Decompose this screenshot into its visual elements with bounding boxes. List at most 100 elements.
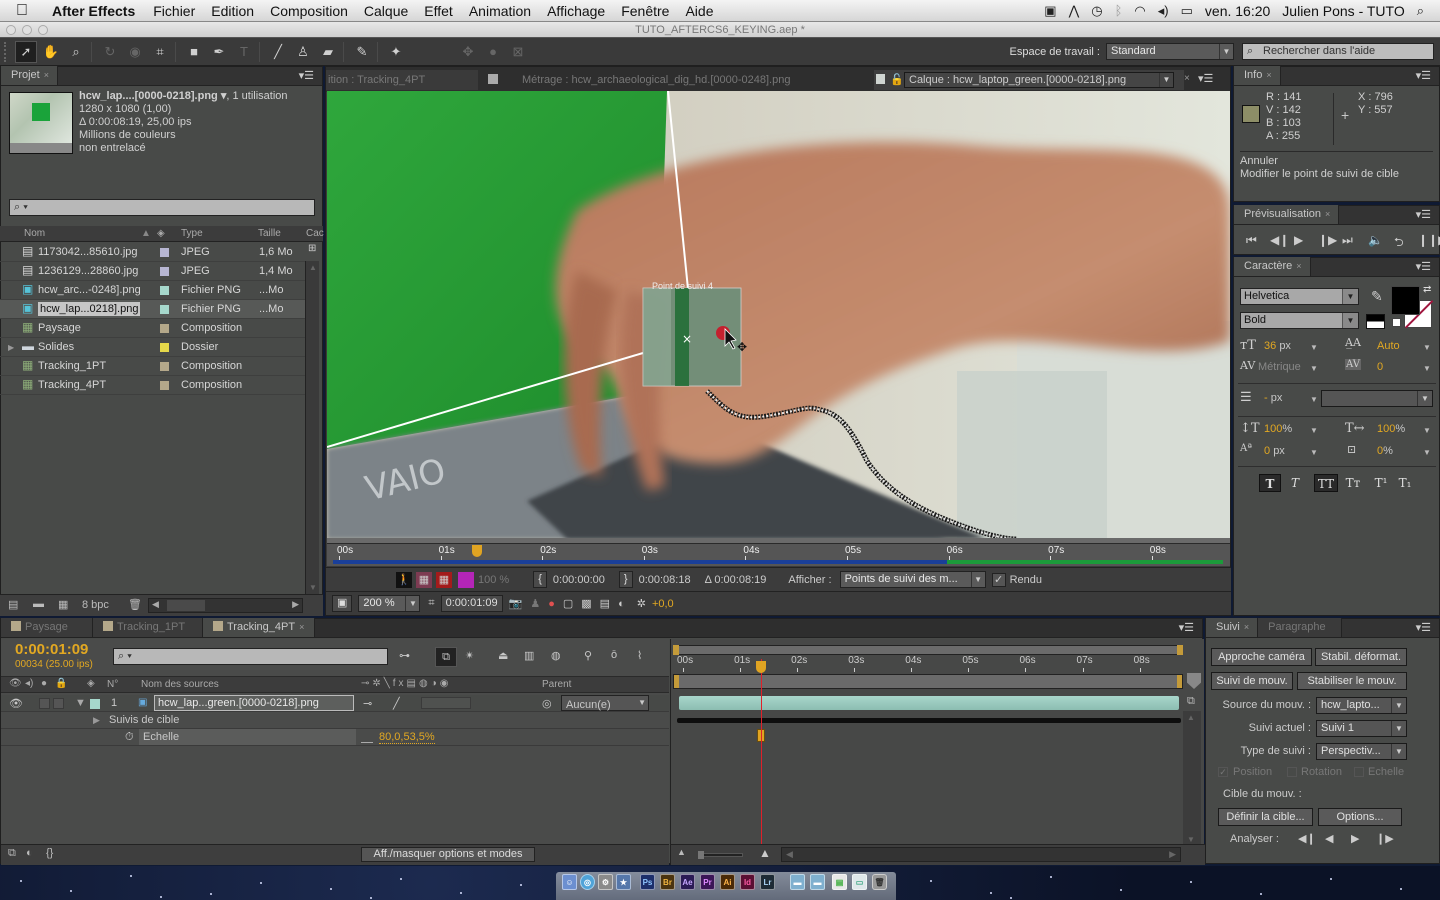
chevron-down-icon[interactable]: ▼ (1423, 448, 1431, 457)
brainstorm-icon[interactable]: ◍ (551, 649, 561, 662)
chevron-down-icon[interactable]: ▼ (1310, 395, 1318, 404)
exposure-value[interactable]: +0,0 (652, 598, 674, 610)
font-family-dropdown[interactable]: Helvetica ▼ (1240, 288, 1359, 305)
subscript-button[interactable]: T₁ (1394, 474, 1416, 492)
opacity-value[interactable]: 100 % (478, 574, 509, 586)
col-size[interactable]: Taille (258, 228, 281, 239)
current-timecode[interactable]: 0:00:01:09 (15, 641, 88, 658)
navigator-end-handle[interactable] (1177, 645, 1183, 655)
minimize-window-button[interactable] (22, 25, 32, 35)
lock-column-icon[interactable]: 🔒 (55, 678, 67, 689)
tab-composition-viewer[interactable]: ition : Tracking_4PT (326, 70, 478, 90)
graph-editor-icon[interactable]: ō (611, 649, 617, 661)
region-of-interest-icon[interactable]: ▢ (563, 597, 573, 610)
tab-paragraph[interactable]: Paragraphe (1258, 618, 1343, 637)
shy-switch-icon[interactable]: ⊸ (363, 697, 372, 710)
zoom-slider-thumb[interactable] (698, 851, 704, 859)
chevron-down-icon[interactable]: ▼ (1423, 426, 1431, 435)
panel-menu-icon[interactable]: ▾☰ (1179, 621, 1194, 634)
axis-view-icon[interactable]: ⊠ (507, 41, 529, 63)
chevron-down-icon[interactable]: ▼ (1310, 448, 1318, 457)
draft-3d-icon[interactable]: 🚶 (396, 571, 412, 588)
current-time-indicator[interactable] (755, 661, 766, 673)
zoom-out-icon[interactable]: ▲ (677, 847, 686, 857)
zoom-in-icon[interactable]: ▲ (759, 846, 771, 860)
sort-ascending-icon[interactable]: ▲ (141, 228, 151, 239)
label-color[interactable] (160, 324, 169, 333)
kerning-value[interactable]: Métrique (1258, 361, 1301, 373)
label-color[interactable] (160, 267, 169, 276)
project-item[interactable]: ▦ Tracking_1PT Composition (0, 357, 305, 376)
timeline-hscrollbar[interactable]: ◀ ▶ (781, 847, 1181, 862)
black-white-swatch[interactable] (1366, 314, 1385, 329)
solo-column-icon[interactable]: ● (41, 678, 47, 689)
panel-menu-icon[interactable]: ▾☰ (1416, 621, 1431, 634)
fast-previews-icon[interactable]: ◐ (618, 598, 625, 610)
channel-icon[interactable]: ● (548, 598, 555, 610)
tab-layer-viewer[interactable]: 🔓 Calque : hcw_laptop_green.[0000-0218].… (874, 70, 1184, 90)
label-color[interactable] (160, 286, 169, 295)
frame-blending-icon[interactable]: ⏏ (498, 649, 508, 662)
scroll-right-icon[interactable]: ▶ (1169, 849, 1176, 860)
graph-icon[interactable]: ⌇ (637, 649, 642, 662)
track-camera-button[interactable]: Approche caméra (1211, 648, 1312, 666)
menu-fichier[interactable]: Fichier (145, 3, 203, 19)
current-time-field[interactable]: 0:00:01:09 (440, 595, 503, 612)
audio-icon[interactable]: 🔈 (1368, 233, 1383, 247)
work-area-start[interactable] (674, 675, 679, 688)
camera-tool-icon[interactable]: ◉ (124, 41, 146, 63)
solo-switch[interactable] (39, 698, 50, 709)
col-source-name[interactable]: Nom des sources (141, 679, 219, 690)
project-search-input[interactable]: ⌕ ▾ (9, 199, 315, 216)
set-in-point-button[interactable]: { (533, 571, 547, 588)
close-window-button[interactable] (6, 25, 16, 35)
dock-app-br-icon[interactable]: Br (660, 874, 675, 890)
quality-switch-icon[interactable]: ╱ (393, 697, 400, 710)
motion-source-dropdown[interactable]: hcw_lapto... ▼ (1316, 697, 1407, 714)
tab-footage-viewer[interactable]: Métrage : hcw_archaeological_dig_hd.[000… (488, 70, 868, 90)
user-name[interactable]: Julien Pons - TUTO (1282, 3, 1404, 19)
fill-color-swatch[interactable] (1391, 286, 1420, 315)
screen-recorder-icon[interactable]: ▣ (1044, 3, 1056, 19)
finder-icon[interactable]: ☺ (562, 874, 577, 890)
render-checkbox[interactable]: ✓ (991, 572, 1006, 587)
group-row[interactable]: ▶ Suivis de cible (1, 712, 669, 729)
new-folder-icon[interactable]: ▬ (33, 598, 44, 610)
panel-menu-icon[interactable]: ▾☰ (1416, 69, 1431, 82)
chevron-down-icon[interactable]: ▼ (1310, 343, 1318, 352)
track-motion-button[interactable]: Suivi de mouv. (1211, 672, 1293, 690)
scroll-right-icon[interactable]: ▶ (292, 599, 299, 610)
pixel-aspect-icon[interactable]: ▤ (600, 597, 610, 610)
wifi-icon[interactable]: ◠ (1134, 3, 1145, 19)
track-point-4[interactable]: × ✥ (642, 287, 747, 387)
bluetooth-icon[interactable]: ᛒ (1115, 3, 1123, 18)
stroke-width-value[interactable]: - (1264, 392, 1268, 404)
col-type[interactable]: Type (181, 228, 203, 239)
col-cache[interactable]: Cac (306, 228, 324, 239)
col-name[interactable]: Nom (24, 228, 45, 239)
dock-app-lr-icon[interactable]: Lr (760, 874, 775, 890)
folder-icon[interactable]: ▬ (810, 874, 825, 890)
roto-brush-tool-icon[interactable]: ✎ (351, 41, 373, 63)
label-color[interactable] (160, 343, 169, 352)
play-icon[interactable]: ▶ (1294, 233, 1303, 247)
tab-timeline-tracking-4pt[interactable]: Tracking_4PT × (203, 618, 315, 637)
expand-triangle-icon[interactable]: ▶ (93, 715, 100, 726)
label-color[interactable] (160, 248, 169, 257)
set-out-point-button[interactable]: } (618, 571, 633, 588)
tab-project[interactable]: Projet × (1, 66, 59, 85)
lock-switch[interactable] (53, 698, 64, 709)
project-scrollbar[interactable]: ⊞ ▲ ▼ (305, 243, 319, 594)
menu-aide[interactable]: Aide (677, 3, 721, 19)
scroll-left-icon[interactable]: ◀ (152, 599, 159, 610)
layer-name[interactable]: hcw_lap...green.[0000-0218].png (154, 695, 354, 711)
viewer-time-ruler[interactable]: 00s 01s 02s 03s 04s 05s 06s 07s 08s (327, 538, 1230, 566)
layer-switches[interactable] (421, 697, 471, 709)
navigator-bar[interactable] (673, 645, 1183, 655)
system-preferences-icon[interactable]: ⚙ (598, 874, 613, 890)
rotation-checkbox[interactable] (1287, 767, 1297, 777)
label-color[interactable] (160, 305, 169, 314)
audio-column-icon[interactable]: ◂) (25, 678, 33, 689)
adobe-updater-icon[interactable]: ⋀ (1069, 3, 1080, 19)
rectangle-tool-icon[interactable]: ■ (183, 41, 205, 63)
